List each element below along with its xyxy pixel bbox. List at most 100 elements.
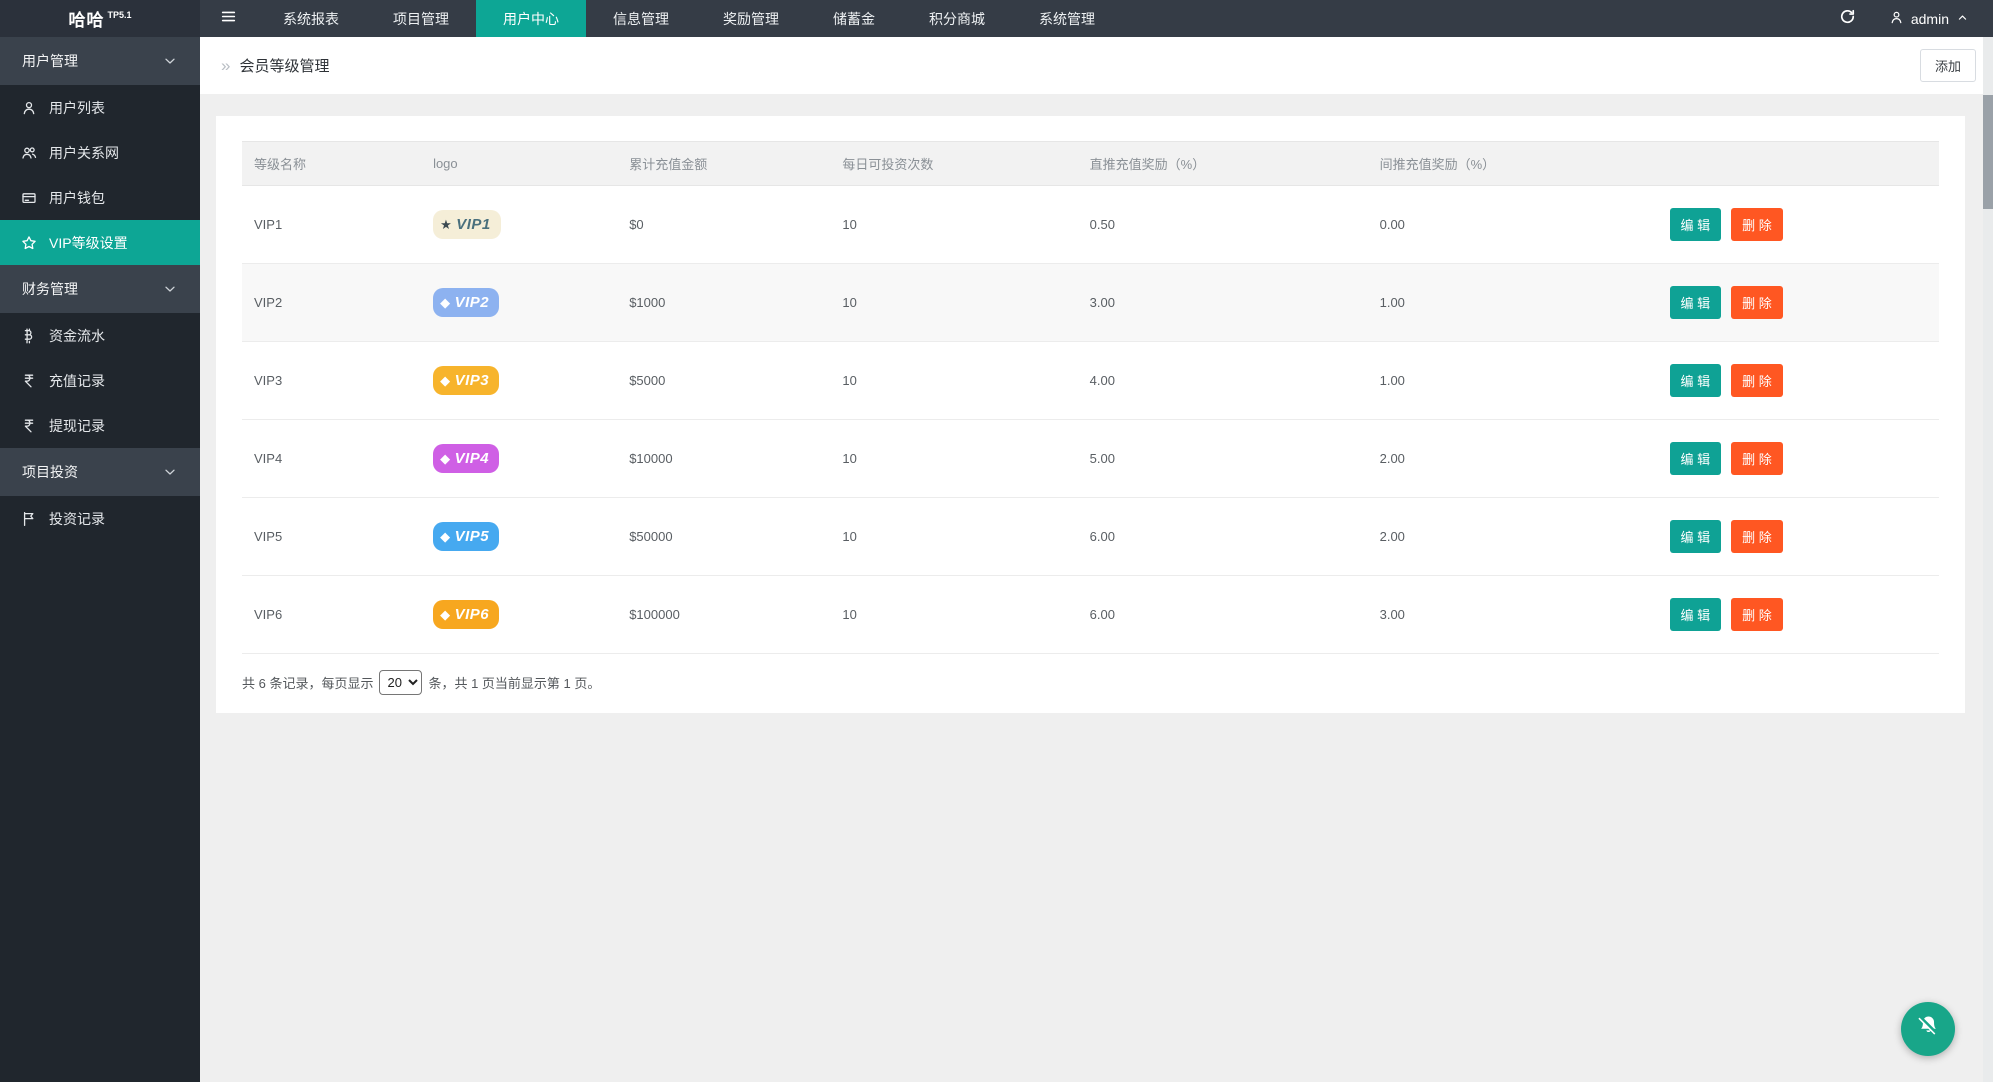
sidebar-item-rupee[interactable]: 提现记录 (0, 403, 200, 448)
pagination-prefix: 共 6 条记录，每页显示 (242, 673, 373, 692)
delete-button[interactable]: 删 除 (1731, 598, 1783, 631)
chevron-down-icon (162, 281, 178, 297)
delete-button[interactable]: 删 除 (1731, 364, 1783, 397)
edit-button[interactable]: 编 辑 (1670, 208, 1722, 241)
sidebar-section-header-3[interactable]: 项目投资 (0, 448, 200, 496)
indirect-reward-cell: 1.00 (1368, 264, 1658, 342)
vip-badge-text: VIP1 (456, 216, 491, 233)
vertical-scrollbar[interactable] (1983, 37, 1993, 1082)
actions-cell: 编 辑删 除 (1658, 498, 1939, 576)
chevron-down-icon (162, 464, 178, 480)
table-row: VIP6◆VIP6$100000106.003.00编 辑删 除 (242, 576, 1939, 654)
table-card: 等级名称logo累计充值金额每日可投资次数直推充值奖励（%）间推充值奖励（%） … (216, 116, 1965, 713)
add-button[interactable]: 添加 (1920, 49, 1976, 82)
level-name-cell: VIP3 (242, 342, 421, 420)
caret-up-icon (1956, 11, 1969, 27)
bitcoin-icon (21, 328, 38, 344)
edit-button[interactable]: 编 辑 (1670, 520, 1722, 553)
edit-button[interactable]: 编 辑 (1670, 364, 1722, 397)
sidebar-item-wallet[interactable]: 用户钱包 (0, 175, 200, 220)
edit-button[interactable]: 编 辑 (1670, 286, 1722, 319)
notification-toggle-button[interactable] (1901, 1002, 1955, 1056)
delete-button[interactable]: 删 除 (1731, 286, 1783, 319)
app-logo-text: 哈哈 (68, 6, 104, 31)
hamburger-icon (220, 8, 237, 30)
level-name-cell: VIP4 (242, 420, 421, 498)
column-header-7 (1658, 142, 1939, 186)
pagination: 共 6 条记录，每页显示 20 条，共 1 页当前显示第 1 页。 (242, 670, 1939, 695)
level-name-cell: VIP6 (242, 576, 421, 654)
gem-icon: ◆ (440, 608, 451, 621)
sidebar-item-user[interactable]: 用户列表 (0, 85, 200, 130)
column-header-2: logo (421, 142, 617, 186)
user-menu[interactable]: admin (1875, 0, 1993, 37)
sidebar-item-label: VIP等级设置 (49, 233, 128, 253)
table-row: VIP5◆VIP5$50000106.002.00编 辑删 除 (242, 498, 1939, 576)
top-menu: 系统报表项目管理用户中心信息管理奖励管理储蓄金积分商城系统管理 (256, 0, 1122, 37)
table-row: VIP2◆VIP2$1000103.001.00编 辑删 除 (242, 264, 1939, 342)
edit-button[interactable]: 编 辑 (1670, 598, 1722, 631)
topnav-item-4[interactable]: 信息管理 (586, 0, 696, 37)
logo-cell: ◆VIP2 (421, 264, 617, 342)
gem-icon: ◆ (440, 530, 451, 543)
topnav-item-6[interactable]: 储蓄金 (806, 0, 902, 37)
delete-button[interactable]: 删 除 (1731, 520, 1783, 553)
sidebar-item-rupee[interactable]: 充值记录 (0, 358, 200, 403)
topnav-item-7[interactable]: 积分商城 (902, 0, 1012, 37)
table-row: VIP3◆VIP3$5000104.001.00编 辑删 除 (242, 342, 1939, 420)
level-name-cell: VIP1 (242, 186, 421, 264)
amount-cell: $5000 (617, 342, 830, 420)
sidebar-toggle-button[interactable] (200, 0, 256, 37)
logo-cell: ◆VIP5 (421, 498, 617, 576)
user-icon (1889, 10, 1904, 28)
vip-badge: ◆VIP4 (433, 444, 499, 473)
bell-slash-icon (1915, 1013, 1942, 1045)
table-row: VIP1★VIP1$0100.500.00编 辑删 除 (242, 186, 1939, 264)
sidebar-section-title: 项目投资 (22, 462, 78, 482)
actions-cell: 编 辑删 除 (1658, 420, 1939, 498)
sidebar-item-users[interactable]: 用户关系网 (0, 130, 200, 175)
topnav-item-2[interactable]: 项目管理 (366, 0, 476, 37)
sidebar: 用户管理用户列表用户关系网用户钱包 VIP等级设置财务管理资金流水充值记录提现记录… (0, 37, 200, 1082)
topnav-item-3[interactable]: 用户中心 (476, 0, 586, 37)
topnav-item-8[interactable]: 系统管理 (1012, 0, 1122, 37)
sidebar-item-bitcoin[interactable]: 资金流水 (0, 313, 200, 358)
actions-cell: 编 辑删 除 (1658, 342, 1939, 420)
scrollbar-thumb[interactable] (1983, 95, 1993, 209)
direct-reward-cell: 5.00 (1078, 420, 1368, 498)
vip-badge-text: VIP3 (455, 372, 490, 389)
column-header-5: 直推充值奖励（%） (1078, 142, 1368, 186)
sidebar-item-flag[interactable]: 投资记录 (0, 496, 200, 541)
direct-reward-cell: 0.50 (1078, 186, 1368, 264)
sidebar-section-header-2[interactable]: 财务管理 (0, 265, 200, 313)
edit-button[interactable]: 编 辑 (1670, 442, 1722, 475)
vip-badge: ◆VIP6 (433, 600, 499, 629)
refresh-icon (1839, 8, 1856, 30)
rupee-icon (21, 373, 38, 389)
per-page-select[interactable]: 20 (379, 670, 422, 695)
actions-cell: 编 辑删 除 (1658, 186, 1939, 264)
indirect-reward-cell: 3.00 (1368, 576, 1658, 654)
gem-icon: ◆ (440, 296, 451, 309)
topnav-item-5[interactable]: 奖励管理 (696, 0, 806, 37)
refresh-button[interactable] (1821, 0, 1875, 37)
topnav-item-1[interactable]: 系统报表 (256, 0, 366, 37)
daily-times-cell: 10 (830, 498, 1077, 576)
flag-icon (21, 511, 38, 527)
logo-cell: ◆VIP4 (421, 420, 617, 498)
vip-badge: ◆VIP3 (433, 366, 499, 395)
sidebar-item-star[interactable]: VIP等级设置 (0, 220, 200, 265)
users-icon (21, 145, 38, 161)
logo-cell: ◆VIP6 (421, 576, 617, 654)
column-header-6: 间推充值奖励（%） (1368, 142, 1658, 186)
delete-button[interactable]: 删 除 (1731, 442, 1783, 475)
delete-button[interactable]: 删 除 (1731, 208, 1783, 241)
sidebar-section-header-1[interactable]: 用户管理 (0, 37, 200, 85)
rupee-icon (21, 418, 38, 434)
daily-times-cell: 10 (830, 342, 1077, 420)
column-header-1: 等级名称 (242, 142, 421, 186)
page-title: 会员等级管理 (239, 55, 329, 76)
breadcrumb-icon: » (221, 56, 230, 76)
amount-cell: $1000 (617, 264, 830, 342)
sidebar-section-title: 财务管理 (22, 279, 78, 299)
